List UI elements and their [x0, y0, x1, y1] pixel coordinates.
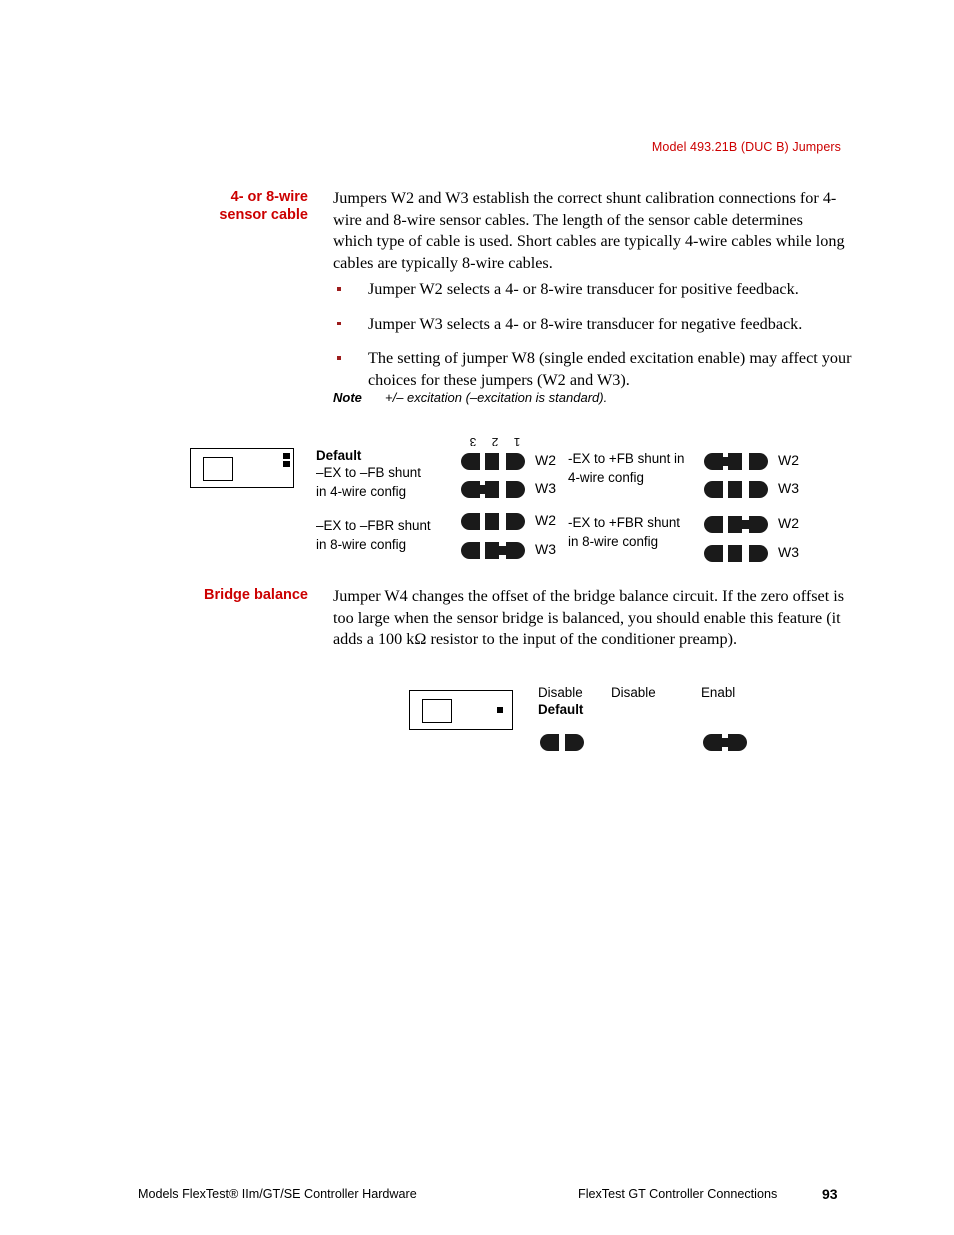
bridge-enable-label: Enabl [701, 685, 736, 700]
list-item: Jumper W2 selects a 4- or 8-wire transdu… [333, 279, 853, 301]
bridge-disable-default-label-line2: Default [538, 702, 584, 717]
jumper-pin-row-w2[interactable]: W2 [704, 452, 799, 470]
page-number: 93 [822, 1186, 838, 1202]
jumper-pin-1 [749, 453, 768, 470]
jumper-pin-3 [704, 481, 723, 498]
note-label: Note [333, 390, 362, 405]
jumper-pin-3 [461, 513, 480, 530]
jumper-row-label: W2 [778, 515, 799, 531]
footer-left-text: Models FlexTest® IIm/GT/SE Controller Ha… [138, 1187, 417, 1201]
jumper-pin-2 [728, 453, 742, 470]
list-item-text: Jumper W2 selects a 4- or 8-wire transdu… [368, 280, 799, 298]
jumper-pin-2 [485, 513, 499, 530]
pin-number: 1 [513, 437, 521, 446]
jumper-pin-row-w3[interactable]: W3 [461, 480, 556, 498]
running-head: Model 493.21B (DUC B) Jumpers [651, 140, 841, 154]
jumper-row-label: W2 [535, 512, 556, 528]
jumper-pin-2 [728, 481, 742, 498]
jumper-pin-1 [749, 516, 768, 533]
jumper-left-group2-caption: –EX to –FBR shunt in 8-wire config [316, 518, 431, 552]
jumper-left-group1-caption: –EX to –FB shunt in 4-wire config [316, 465, 421, 499]
pin-number: 2 [491, 437, 499, 446]
section-heading-sensor-cable: 4- or 8-wire sensor cable [219, 189, 308, 223]
bridge-pin-1 [728, 734, 747, 751]
jumper-pin-2 [485, 542, 499, 559]
jumper-pin-3 [461, 453, 480, 470]
jumper-pin-row-w3[interactable]: W3 [461, 541, 556, 559]
section-paragraph-bridge-balance: Jumper W4 changes the offset of the brid… [333, 587, 845, 648]
jumper-pin-2 [485, 453, 499, 470]
bullet-dot-icon [337, 321, 341, 325]
section-paragraph-sensor-cable: Jumpers W2 and W3 establish the correct … [333, 189, 845, 272]
circuit-board-icon [409, 690, 513, 730]
section-heading-bridge-balance: Bridge balance [204, 587, 308, 603]
bridge-pin-1 [565, 734, 584, 751]
jumper-pin-1 [749, 545, 768, 562]
jumper-row-label: W3 [535, 541, 556, 557]
jumper-pin-1 [749, 481, 768, 498]
jumper-pin-2 [485, 481, 499, 498]
list-item: The setting of jumper W8 (single ended e… [333, 348, 853, 391]
jumper-pin-row-w3[interactable]: W3 [704, 544, 799, 562]
circuit-board-icon [190, 448, 294, 488]
page-footer: Models FlexTest® IIm/GT/SE Controller Ha… [0, 1175, 954, 1235]
jumper-row-label: W2 [778, 452, 799, 468]
jumper-right-group1-caption: -EX to +FB shunt in 4-wire config [568, 451, 685, 485]
jumper-row-label: W3 [535, 480, 556, 496]
jumper-row-label: W2 [535, 452, 556, 468]
jumper-pin-row-w2[interactable]: W2 [461, 452, 556, 470]
bridge-pin-row-disabled[interactable] [540, 734, 590, 751]
jumper-pin-2 [728, 516, 742, 533]
jumper-pin-2 [728, 545, 742, 562]
jumper-pin-row-w3[interactable]: W3 [704, 480, 799, 498]
jumper-pin-3 [704, 545, 723, 562]
bullet-dot-icon [337, 356, 341, 360]
board-chip-icon [283, 461, 290, 467]
board-chip-icon [283, 453, 290, 459]
footer-right-text: FlexTest GT Controller Connections [578, 1187, 778, 1201]
pin-number: 3 [469, 437, 477, 446]
board-component-outline-icon [422, 699, 452, 723]
pin-number-header: 1 2 3 [462, 437, 528, 446]
jumper-pin-1 [506, 542, 525, 559]
bullet-dot-icon [337, 287, 341, 291]
jumper-row-label: W3 [778, 480, 799, 496]
jumper-pin-1 [506, 513, 525, 530]
list-item-text: The setting of jumper W8 (single ended e… [368, 349, 852, 389]
jumper-pin-1 [506, 481, 525, 498]
jumper-pin-row-w2[interactable]: W2 [461, 512, 556, 530]
jumper-right-group2-caption: -EX to +FBR shunt in 8-wire config [568, 515, 681, 549]
board-component-outline-icon [203, 457, 233, 481]
jumper-pin-row-w2[interactable]: W2 [704, 515, 799, 533]
bridge-disable-label: Disable [611, 685, 656, 700]
board-chip-icon [497, 707, 503, 713]
jumper-pin-3 [704, 516, 723, 533]
bullet-list: Jumper W2 selects a 4- or 8-wire transdu… [333, 279, 853, 404]
jumper-pin-3 [461, 542, 480, 559]
note-text: +/– excitation (–excitation is standard)… [385, 390, 608, 405]
bridge-disable-default-label-line1: Disable [538, 685, 583, 700]
list-item-text: Jumper W3 selects a 4- or 8-wire transdu… [368, 314, 803, 333]
jumper-pin-1 [506, 453, 525, 470]
bridge-pin-2 [540, 734, 559, 751]
jumper-left-group1-title: Default [316, 448, 362, 463]
list-item: Jumper W3 selects a 4- or 8-wire transdu… [333, 314, 853, 336]
bridge-pin-row-enabled[interactable] [703, 734, 753, 751]
note-row: Note +/– excitation (–excitation is stand… [333, 390, 607, 405]
jumper-row-label: W3 [778, 544, 799, 560]
